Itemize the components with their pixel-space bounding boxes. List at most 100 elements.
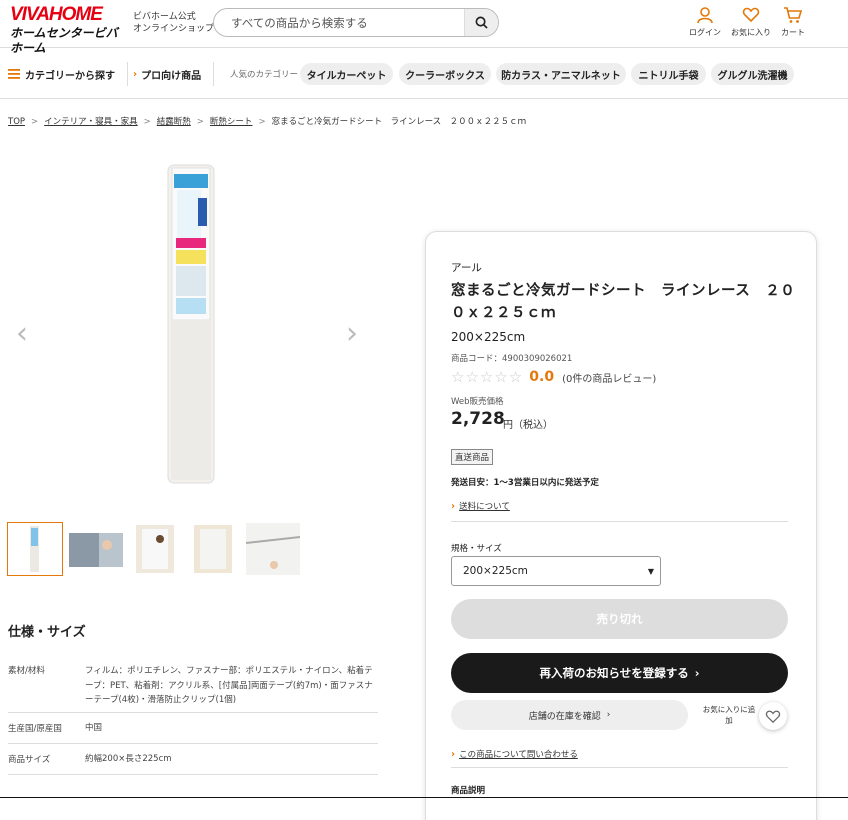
product-size: 200×225cm xyxy=(451,330,526,344)
spec-key: 商品サイズ xyxy=(8,755,51,765)
shop-label-line1: ビバホーム公式 xyxy=(133,12,196,22)
breadcrumb-link[interactable]: 断熱シート xyxy=(210,117,253,127)
gallery-prev-arrow[interactable]: ‹ xyxy=(16,316,28,351)
restock-notify-label: 再入荷のお知らせを登録する xyxy=(539,666,689,680)
divider xyxy=(451,521,788,522)
breadcrumb-separator: > xyxy=(258,117,266,127)
chevron-right-icon: › xyxy=(451,749,456,760)
description-title: 商品説明 xyxy=(451,786,486,796)
breadcrumb-separator: > xyxy=(196,117,204,127)
product-code: 商品コード：4900309026021 xyxy=(451,354,573,364)
chip-category[interactable]: クーラーボックス xyxy=(399,63,491,85)
rating-value: 0.0 xyxy=(529,369,555,385)
chevron-right-icon: › xyxy=(694,666,700,680)
direct-ship-badge: 直送商品 xyxy=(451,449,494,465)
heart-icon xyxy=(765,710,781,723)
page-bottom-border xyxy=(0,797,848,798)
chevron-right-icon: › xyxy=(451,501,456,512)
login-label: ログイン xyxy=(689,28,721,37)
breadcrumb-separator: > xyxy=(143,117,151,127)
thumbnail-5[interactable] xyxy=(245,522,301,576)
breadcrumb-link[interactable]: インテリア・寝具・家具 xyxy=(44,117,138,127)
spec-key: 生産国/原産国 xyxy=(8,724,62,734)
store-stock-button[interactable]: 店舗の在庫を確認 › xyxy=(451,700,688,730)
shipping-estimate: 発送目安：1〜3営業日以内に発送予定 xyxy=(451,478,599,488)
star-icon: ☆ xyxy=(479,368,494,386)
star-icon: ☆ xyxy=(451,368,465,386)
pro-products-label: プロ向け商品 xyxy=(141,70,202,82)
search-button[interactable] xyxy=(464,9,498,36)
thumbnail-image xyxy=(8,523,62,575)
chevron-right-icon: › xyxy=(133,68,138,80)
cart-button[interactable]: カート xyxy=(773,6,813,38)
thumbnail-image xyxy=(69,523,123,575)
chip-category[interactable]: グルグル洗濯機 xyxy=(711,63,794,85)
store-stock-label: 店舗の在庫を確認 xyxy=(528,711,601,722)
variant-label: 規格・サイズ xyxy=(451,544,502,554)
spec-key: 素材/材料 xyxy=(8,666,45,676)
variant-select[interactable]: 200×225cm ▼ xyxy=(451,556,661,586)
search-icon xyxy=(475,16,488,29)
breadcrumb-separator: > xyxy=(31,117,39,127)
product-main-image xyxy=(167,164,215,484)
spec-row: 生産国/原産国 中国 xyxy=(8,713,378,744)
shipping-fee-label: 送料について xyxy=(459,502,510,512)
price-unit: 円（税込） xyxy=(503,420,553,431)
inquiry-label: この商品について問い合わせる xyxy=(459,750,578,760)
spec-title: 仕様・サイズ xyxy=(8,625,86,640)
site-logo[interactable]: VIVAHOME ホームセンタービバホーム xyxy=(10,4,125,55)
product-name: 窓まるごと冷気ガードシート ラインレース ２００ｘ２２５ｃｍ xyxy=(451,283,796,321)
search-box xyxy=(213,8,499,37)
variant-selected-value: 200×225cm xyxy=(463,565,528,577)
spec-row: 商品サイズ 約幅200×長さ225cm xyxy=(8,744,378,775)
shipping-fee-link[interactable]: › 送料について xyxy=(451,494,510,513)
gallery-next-arrow[interactable]: › xyxy=(346,316,358,351)
thumbnail-4[interactable] xyxy=(187,522,243,576)
star-icon: ☆ xyxy=(494,368,508,386)
site-header: VIVAHOME ホームセンタービバホーム ビバホーム公式 オンラインショップ … xyxy=(0,0,848,55)
heart-icon xyxy=(742,7,760,23)
spec-row: 素材/材料 フィルム：ポリエチレン、ファスナー部：ポリエステル・ナイロン、粘着テ… xyxy=(8,656,378,713)
login-button[interactable]: ログイン xyxy=(685,6,725,38)
favorites-label: お気に入り xyxy=(731,28,771,37)
breadcrumb-link[interactable]: TOP xyxy=(8,117,25,127)
shop-label-line2: オンラインショップ xyxy=(133,24,215,34)
inquiry-link[interactable]: › この商品について問い合わせる xyxy=(451,742,578,761)
star-icon: ☆ xyxy=(508,368,523,386)
restock-notify-button[interactable]: 再入荷のお知らせを登録する › xyxy=(451,653,788,693)
shop-label: ビバホーム公式 オンラインショップ xyxy=(133,11,214,35)
star-icon: ☆ xyxy=(465,368,479,386)
add-favorite-button[interactable] xyxy=(759,702,787,730)
user-icon xyxy=(697,7,713,24)
product-brand: アール xyxy=(451,262,482,274)
chip-category[interactable]: タイルカーペット xyxy=(300,63,393,85)
price-value: 2,728 xyxy=(451,409,505,429)
review-count: (0件の商品レビュー) xyxy=(562,373,657,385)
thumbnail-3[interactable] xyxy=(129,522,185,576)
thumbnail-image xyxy=(130,523,184,575)
rating-row[interactable]: ☆ ☆ ☆ ☆ ☆ 0.0 (0件の商品レビュー) xyxy=(451,368,656,386)
caret-down-icon: ▼ xyxy=(647,567,654,576)
pro-products-link[interactable]: › プロ向け商品 xyxy=(133,62,215,86)
breadcrumb: TOP > インテリア・寝具・家具 > 結露断熱 > 断熱シート > 窓まるごと冷気ガードシート… xyxy=(8,115,526,127)
soldout-button[interactable]: 売り切れ xyxy=(451,599,788,639)
breadcrumb-current: 窓まるごと冷気ガードシート ラインレース ２００ｘ２２５ｃｍ xyxy=(271,117,527,127)
spec-value: 約幅200×長さ225cm xyxy=(85,753,172,764)
search-input[interactable] xyxy=(214,9,464,36)
spec-table: 素材/材料 フィルム：ポリエチレン、ファスナー部：ポリエステル・ナイロン、粘着テ… xyxy=(8,656,378,775)
thumbnail-1[interactable] xyxy=(7,522,63,576)
logo-wordmark: VIVAHOME xyxy=(10,4,103,25)
favorites-button[interactable]: お気に入り xyxy=(731,6,771,38)
thumbnail-image xyxy=(246,523,300,575)
chip-category[interactable]: ニトリル手袋 xyxy=(631,63,706,85)
breadcrumb-link[interactable]: 結露断熱 xyxy=(157,117,191,127)
spec-value: 中国 xyxy=(85,722,103,733)
thumbnail-image xyxy=(188,523,242,575)
category-menu-button[interactable]: カテゴリーから探す xyxy=(8,62,128,86)
thumbnail-2[interactable] xyxy=(68,522,124,576)
chip-category[interactable]: 防カラス・アニマルネット xyxy=(496,63,626,85)
spec-value: フィルム：ポリエチレン、ファスナー部：ポリエステル・ナイロン、粘着テープ：PET… xyxy=(85,666,373,705)
web-price-label: Web販売価格 xyxy=(451,397,504,407)
menu-icon xyxy=(8,69,20,79)
popular-categories-label: 人気のカテゴリー xyxy=(230,70,299,80)
